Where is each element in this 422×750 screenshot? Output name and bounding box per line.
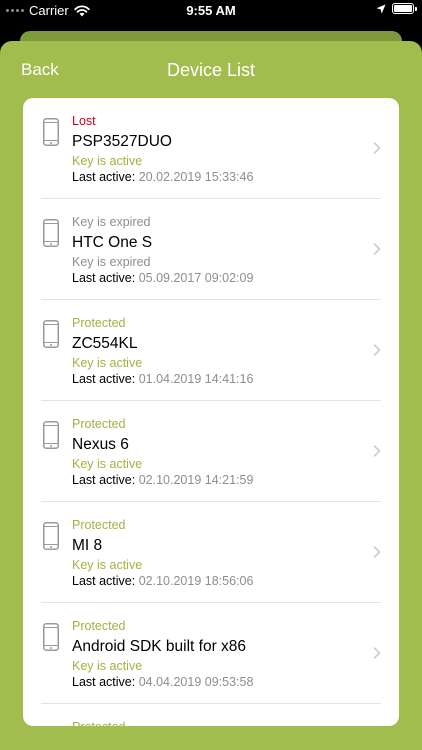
device-status-label: Lost [72, 114, 96, 128]
device-name: HTC One S [72, 234, 153, 251]
device-row-6[interactable]: Protected Android SDK built for x86 Key … [41, 603, 381, 704]
device-info: Protected Nexus 6 Key is active Last act… [72, 417, 361, 488]
key-status-label: Key is active [72, 154, 143, 168]
last-active-label: Last active: [72, 675, 136, 689]
last-active-line: Last active: 02.10.2019 14:21:59 [72, 472, 361, 488]
phone-icon [43, 522, 59, 550]
last-active-date: 05.09.2017 09:02:09 [138, 271, 254, 285]
last-active-line: Last active: 02.10.2019 18:56:06 [72, 573, 361, 589]
last-active-label: Last active: [72, 372, 136, 386]
device-name: Android SDK built for x86 [72, 638, 247, 655]
status-bar: Carrier 9:55 AM [0, 0, 422, 22]
device-list: Lost PSP3527DUO Key is active Last activ… [23, 98, 399, 726]
phone-icon [43, 421, 59, 449]
last-active-date: 20.02.2019 15:33:46 [138, 170, 254, 184]
last-active-label: Last active: [72, 473, 136, 487]
phone-icon [43, 623, 59, 651]
last-active-label: Last active: [72, 574, 136, 588]
device-status-label: Protected [72, 417, 126, 431]
device-row-1[interactable]: Lost PSP3527DUO Key is active Last activ… [41, 98, 381, 199]
battery-icon [392, 3, 417, 14]
device-name: MI 8 [72, 537, 103, 554]
device-name: Nexus 6 [72, 436, 129, 453]
device-info: Lost PSP3527DUO Key is active Last activ… [72, 114, 361, 185]
chevron-right-icon [373, 142, 381, 154]
last-active-line: Last active: 01.04.2019 14:41:16 [72, 371, 361, 387]
device-row-partial[interactable]: Protected [72, 704, 399, 726]
device-info: Key is expired HTC One S Key is expired … [72, 215, 361, 286]
device-list-card[interactable]: Lost PSP3527DUO Key is active Last activ… [23, 98, 399, 726]
device-list-sheet: Back Device List Lost PSP3527DUO Key is … [0, 41, 422, 750]
device-status-label: Protected [72, 619, 126, 633]
device-row-5[interactable]: Protected MI 8 Key is active Last active… [41, 502, 381, 603]
chevron-right-icon [373, 546, 381, 558]
key-status-label: Key is expired [72, 255, 151, 269]
device-info: Protected ZC554KL Key is active Last act… [72, 316, 361, 387]
key-status-label: Key is active [72, 558, 143, 572]
last-active-date: 01.04.2019 14:41:16 [138, 372, 254, 386]
key-status-label: Key is active [72, 457, 143, 471]
phone-icon [43, 320, 59, 348]
phone-icon [43, 219, 59, 247]
chevron-right-icon [373, 647, 381, 659]
navigation-bar: Back Device List [0, 41, 422, 99]
device-info: Protected Android SDK built for x86 Key … [72, 619, 361, 690]
device-status-label: Protected [72, 518, 126, 532]
last-active-label: Last active: [72, 170, 136, 184]
last-active-line: Last active: 04.04.2019 09:53:58 [72, 674, 361, 690]
location-arrow-icon [376, 4, 386, 13]
last-active-label: Last active: [72, 271, 136, 285]
last-active-line: Last active: 05.09.2017 09:02:09 [72, 270, 361, 286]
last-active-date: 02.10.2019 18:56:06 [138, 574, 254, 588]
device-status-label: Key is expired [72, 215, 151, 229]
last-active-date: 04.04.2019 09:53:58 [138, 675, 254, 689]
device-status-label: Protected [72, 720, 126, 726]
device-status-label: Protected [72, 316, 126, 330]
status-right [376, 3, 417, 14]
chevron-right-icon [373, 445, 381, 457]
device-row-4[interactable]: Protected Nexus 6 Key is active Last act… [41, 401, 381, 502]
phone-icon [43, 118, 59, 146]
chevron-right-icon [373, 243, 381, 255]
chevron-right-icon [373, 344, 381, 356]
page-title: Device List [166, 60, 256, 80]
screen: Carrier 9:55 AM Back Device List Lost PS… [0, 0, 422, 750]
key-status-label: Key is active [72, 356, 143, 370]
device-row-3[interactable]: Protected ZC554KL Key is active Last act… [41, 300, 381, 401]
clock: 9:55 AM [186, 3, 236, 18]
device-row-2[interactable]: Key is expired HTC One S Key is expired … [41, 199, 381, 300]
device-name: PSP3527DUO [72, 133, 172, 150]
device-name: ZC554KL [72, 335, 138, 352]
key-status-label: Key is active [72, 659, 143, 673]
last-active-line: Last active: 20.02.2019 15:33:46 [72, 169, 361, 185]
last-active-date: 02.10.2019 14:21:59 [138, 473, 254, 487]
device-info: Protected MI 8 Key is active Last active… [72, 518, 361, 589]
